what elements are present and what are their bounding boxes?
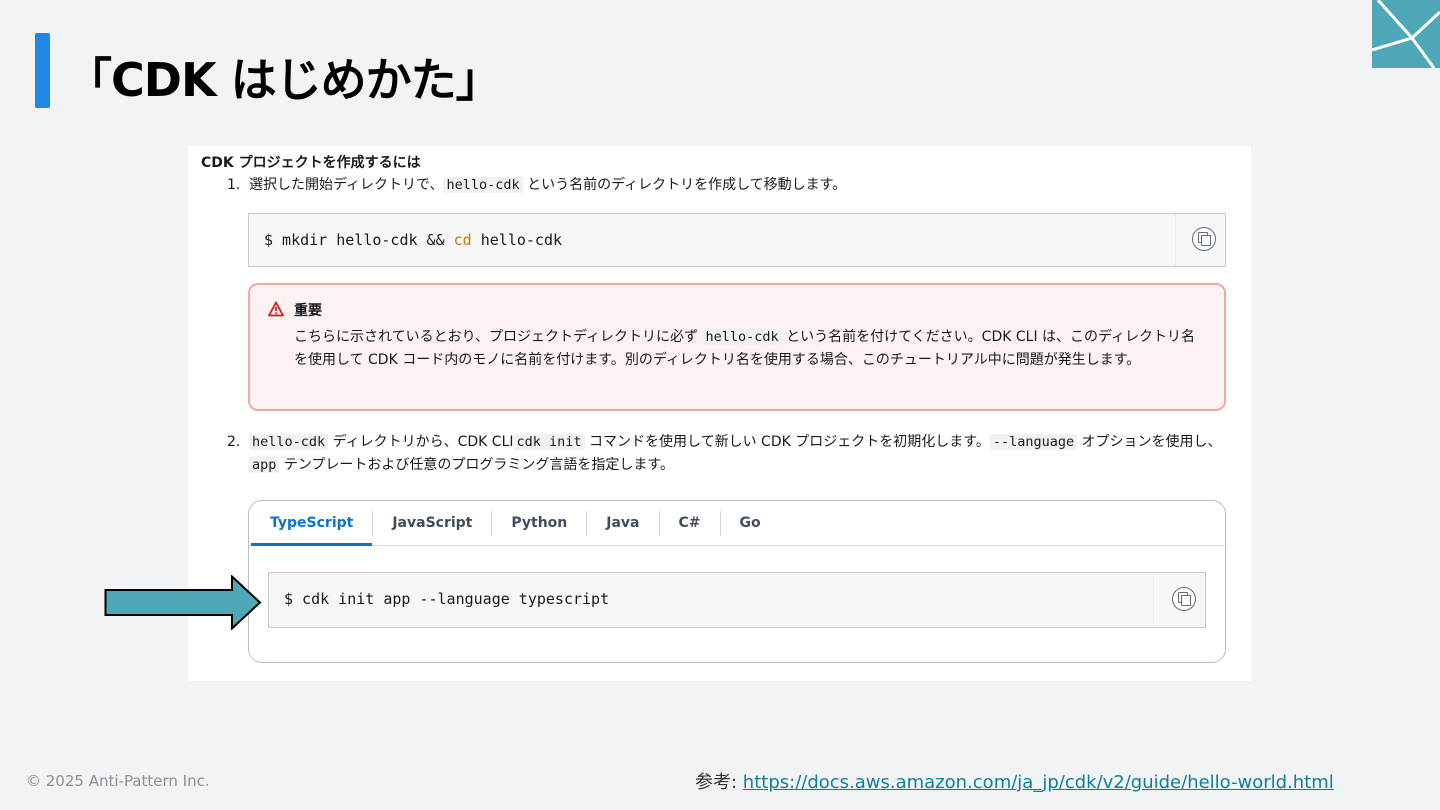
reference: 参考: https://docs.aws.amazon.com/ja_jp/cd…: [695, 768, 1334, 794]
slide-title: 「CDK はじめかた」: [66, 53, 502, 107]
inline-code: hello-cdk: [443, 177, 523, 193]
copy-icon[interactable]: [1192, 227, 1216, 251]
language-tabs-panel: TypeScript JavaScript Python Java C# Go …: [248, 500, 1226, 663]
step-1: 1. 選択した開始ディレクトリで、 hello-cdk という名前のディレクトリを…: [227, 174, 1227, 197]
title-accent-bar: [35, 33, 50, 108]
tab-go[interactable]: Go: [721, 501, 780, 546]
reference-label: 参考:: [695, 772, 743, 793]
step-number: 2.: [227, 434, 241, 450]
inline-code: cdk init: [513, 434, 585, 450]
step-text: 選択した開始ディレクトリで、: [249, 177, 444, 193]
brand-logo-icon: [1372, 0, 1440, 68]
copy-icon[interactable]: [1172, 587, 1196, 611]
tab-javascript[interactable]: JavaScript: [373, 501, 491, 546]
tab-java[interactable]: Java: [587, 501, 658, 546]
reference-link[interactable]: https://docs.aws.amazon.com/ja_jp/cdk/v2…: [743, 772, 1334, 793]
divider: [1153, 573, 1154, 627]
important-alert: 重要 こちらに示されているとおり、プロジェクトディレクトリに必ず hello-c…: [248, 283, 1226, 411]
code-block-cdk-init[interactable]: $ cdk init app --language typescript: [268, 572, 1206, 628]
docs-screenshot: CDK プロジェクトを作成するには 1. 選択した開始ディレクトリで、 hello…: [188, 146, 1251, 681]
language-tabs: TypeScript JavaScript Python Java C# Go: [249, 501, 1225, 546]
alert-title: 重要: [294, 303, 322, 319]
section-heading: CDK プロジェクトを作成するには: [201, 155, 421, 171]
pointer-arrow-icon: [104, 575, 262, 630]
step-2: 2. hello-cdk ディレクトリから、CDK CLI cdk init コマ…: [227, 431, 1227, 477]
code-line: $ cdk init app --language typescript: [284, 590, 610, 608]
step-text: という名前のディレクトリを作成して移動します。: [522, 177, 847, 193]
tab-csharp[interactable]: C#: [660, 501, 720, 546]
tab-python[interactable]: Python: [492, 501, 586, 546]
inline-code: --language: [989, 434, 1078, 450]
inline-code: hello-cdk: [702, 329, 782, 345]
code-line: $ mkdir hello-cdk && cd hello-cdk: [264, 231, 563, 249]
alert-body: こちらに示されているとおり、プロジェクトディレクトリに必ず hello-cdk …: [294, 329, 1196, 368]
code-block-mkdir[interactable]: $ mkdir hello-cdk && cd hello-cdk: [248, 213, 1226, 267]
copyright: © 2025 Anti-Pattern Inc.: [26, 772, 210, 790]
warning-icon: [268, 301, 284, 317]
inline-code: app: [249, 457, 280, 473]
tab-typescript[interactable]: TypeScript: [251, 501, 373, 546]
inline-code: hello-cdk: [249, 434, 329, 450]
divider: [1175, 214, 1176, 266]
step-number: 1.: [227, 177, 241, 193]
